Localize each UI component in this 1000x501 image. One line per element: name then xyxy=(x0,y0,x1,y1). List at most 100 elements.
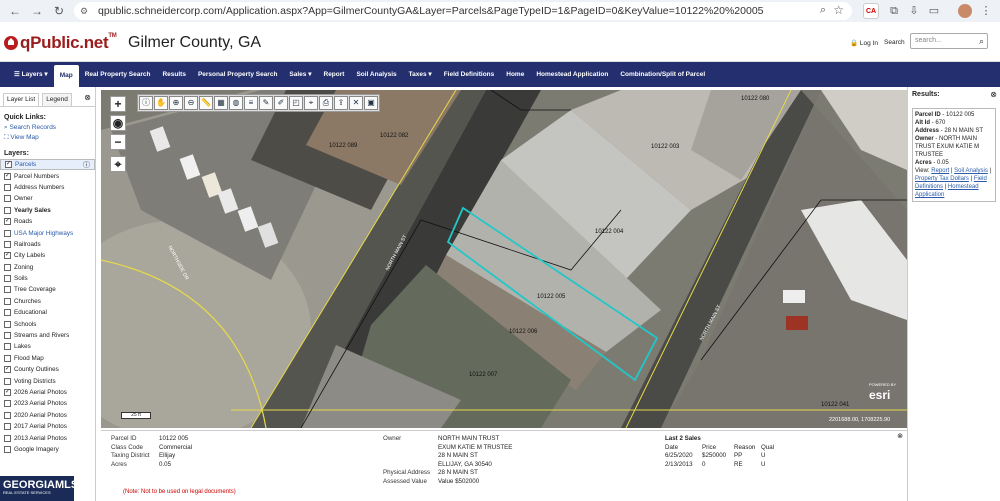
full-extent-button[interactable]: ◉ xyxy=(110,115,126,131)
search-input[interactable]: search... ⌕ xyxy=(910,33,988,49)
layer-checkbox[interactable]: ✓ xyxy=(4,172,11,180)
site-info-icon[interactable]: ⚙ xyxy=(80,6,94,17)
layer-item[interactable]: Tree Coverage xyxy=(0,284,95,295)
zoom-out-button[interactable]: − xyxy=(110,134,126,150)
layer-item[interactable]: 2023 Aerial Photos xyxy=(0,398,95,409)
nav-personal-property-search[interactable]: Personal Property Search xyxy=(192,62,283,87)
layer-checkbox[interactable] xyxy=(4,377,11,385)
layer-item[interactable]: 2013 Aerial Photos xyxy=(0,432,95,443)
layer-item[interactable]: Owner xyxy=(0,193,95,204)
layer-info-icon[interactable]: ⓘ xyxy=(83,160,90,170)
layer-item[interactable]: Railroads xyxy=(0,239,95,250)
layer-checkbox[interactable] xyxy=(4,423,11,431)
layer-item[interactable]: ✓ Parcels ⓘ xyxy=(0,159,95,171)
zoom-in-tool-icon[interactable]: ⊕ xyxy=(169,96,183,110)
back-icon[interactable]: ← xyxy=(6,2,24,20)
layer-checkbox[interactable] xyxy=(4,286,11,294)
pan-tool-icon[interactable]: ✋ xyxy=(154,96,168,110)
measure-tool-icon[interactable]: 📏 xyxy=(199,96,213,110)
layer-item[interactable]: ✓ 2026 Aerial Photos xyxy=(0,387,95,398)
close-icon[interactable]: ⊗ xyxy=(990,90,997,99)
layer-item[interactable]: Lakes xyxy=(0,341,95,352)
tab-layer-list[interactable]: Layer List xyxy=(3,93,40,106)
reload-icon[interactable]: ↻ xyxy=(50,2,68,20)
identify-tool-icon[interactable]: ⓘ xyxy=(139,96,153,110)
buffer-tool-icon[interactable]: ◍ xyxy=(229,96,243,110)
result-link-report[interactable]: Report xyxy=(931,168,949,174)
save-tool-icon[interactable]: ▣ xyxy=(364,96,378,110)
zoom-in-button[interactable]: + xyxy=(110,96,126,112)
nav-soil-analysis[interactable]: Soil Analysis xyxy=(350,62,402,87)
tab-legend[interactable]: Legend xyxy=(42,93,72,106)
address-bar[interactable]: ⚙ qpublic.schneidercorp.com/Application.… xyxy=(74,2,852,20)
layer-checkbox[interactable] xyxy=(4,343,11,351)
print-tool-icon[interactable]: ⎙ xyxy=(319,96,333,110)
nav-combination-split[interactable]: Combination/Split of Parcel xyxy=(614,62,711,87)
download-icon[interactable]: ⇩ xyxy=(906,3,922,19)
bookmark-star-icon[interactable]: ☆ xyxy=(833,3,844,17)
layer-item[interactable]: ✓ City Labels xyxy=(0,250,95,261)
zoom-icon[interactable]: ⌕ xyxy=(820,4,826,17)
layer-checkbox[interactable] xyxy=(4,400,11,408)
quick-link-search-records[interactable]: ⌕ Search Records xyxy=(4,123,95,133)
clear-tool-icon[interactable]: ✕ xyxy=(349,96,363,110)
layer-checkbox[interactable] xyxy=(4,229,11,237)
layer-checkbox[interactable] xyxy=(4,445,11,453)
close-icon[interactable]: ⊗ xyxy=(84,93,91,106)
markup-tool-icon[interactable]: ◰ xyxy=(289,96,303,110)
nav-homestead-application[interactable]: Homestead Application xyxy=(530,62,614,87)
layer-item[interactable]: Streams and Rivers xyxy=(0,330,95,341)
layer-item[interactable]: ✓ County Outlines xyxy=(0,364,95,375)
edit-tool-icon[interactable]: ✐ xyxy=(274,96,288,110)
quick-link-view-map[interactable]: ⛶ View Map xyxy=(4,133,95,143)
nav-results[interactable]: Results xyxy=(156,62,191,87)
nav-home[interactable]: Home xyxy=(500,62,530,87)
search-icon[interactable]: ⌕ xyxy=(979,34,984,48)
layer-item[interactable]: Google Imagery xyxy=(0,444,95,455)
layer-checkbox[interactable] xyxy=(4,297,11,305)
qpublic-logo-icon[interactable] xyxy=(4,36,18,50)
forward-icon[interactable]: → xyxy=(28,2,46,20)
result-link-property-tax[interactable]: Property Tax Dollars xyxy=(915,176,969,182)
nav-layers[interactable]: ☰ Layers ▾ xyxy=(8,62,54,87)
result-link-soil-analysis[interactable]: Soil Analysis xyxy=(954,168,988,174)
layer-checkbox[interactable] xyxy=(4,195,11,203)
qpublic-logo[interactable]: qPublic.netTM xyxy=(20,33,117,53)
nav-real-property-search[interactable]: Real Property Search xyxy=(79,62,157,87)
layers-tool-icon[interactable]: ≡ xyxy=(244,96,258,110)
layer-item[interactable]: ✓ Roads xyxy=(0,216,95,227)
layer-item[interactable]: Soils xyxy=(0,273,95,284)
layer-checkbox[interactable]: ✓ xyxy=(5,161,12,169)
layer-item[interactable]: Educational xyxy=(0,307,95,318)
layer-checkbox[interactable]: ✓ xyxy=(4,366,11,374)
extension-ca-icon[interactable]: CA xyxy=(863,3,879,19)
layer-item[interactable]: 2017 Aerial Photos xyxy=(0,421,95,432)
layer-checkbox[interactable] xyxy=(4,434,11,442)
layer-checkbox[interactable]: ✓ xyxy=(4,218,11,226)
layer-item[interactable]: Schools xyxy=(0,318,95,329)
layer-checkbox[interactable]: ✓ xyxy=(4,389,11,396)
select-tool-icon[interactable]: ▦ xyxy=(214,96,228,110)
result-card[interactable]: Parcel ID - 10122 005 Alt Id - 670 Addre… xyxy=(912,108,996,202)
zoom-out-tool-icon[interactable]: ⊖ xyxy=(184,96,198,110)
layer-checkbox[interactable] xyxy=(4,354,11,362)
nav-report[interactable]: Report xyxy=(318,62,351,87)
close-icon[interactable]: ⊗ xyxy=(897,432,903,440)
layer-checkbox[interactable] xyxy=(4,332,11,340)
map-view[interactable]: 10122 080 10122 089 10122 082 10122 003 1012… xyxy=(101,90,907,428)
extensions-puzzle-icon[interactable]: ⧉ xyxy=(886,3,902,19)
layer-item[interactable]: USA Major Highways xyxy=(0,227,95,238)
layer-checkbox[interactable] xyxy=(4,206,11,214)
layer-item[interactable]: ✓ Parcel Numbers xyxy=(0,170,95,181)
locate-me-button[interactable]: ⌖ xyxy=(110,156,126,172)
layer-checkbox[interactable] xyxy=(4,183,11,191)
layer-item[interactable]: Flood Map xyxy=(0,353,95,364)
layer-item[interactable]: Address Numbers xyxy=(0,182,95,193)
nav-taxes[interactable]: Taxes ▾ xyxy=(403,62,438,87)
export-tool-icon[interactable]: ⇪ xyxy=(334,96,348,110)
layer-item[interactable]: Churches xyxy=(0,296,95,307)
layer-checkbox[interactable] xyxy=(4,320,11,328)
nav-sales[interactable]: Sales ▾ xyxy=(283,62,317,87)
layer-item[interactable]: Voting Districts xyxy=(0,375,95,386)
login-link[interactable]: 🔒 Log In xyxy=(850,39,878,47)
